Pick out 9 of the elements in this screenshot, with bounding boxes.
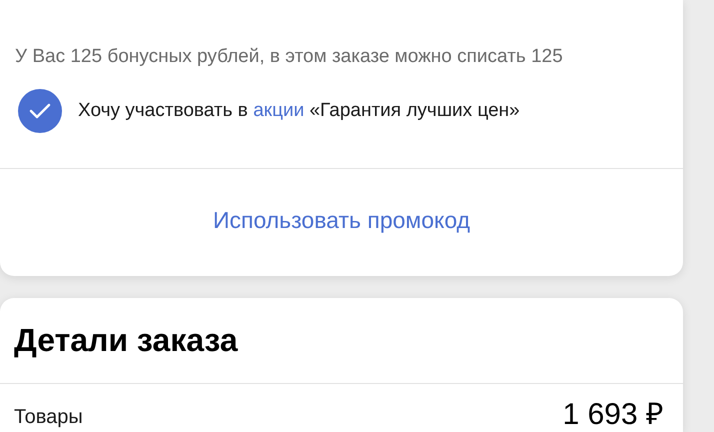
check-icon xyxy=(29,103,51,119)
section-title: Детали заказа xyxy=(14,321,239,360)
promo-code-link[interactable]: Использовать промокод xyxy=(212,203,470,238)
bonus-note: У Вас 125 бонусных рублей, в этом заказе можно списать 125 xyxy=(15,45,564,69)
row-label: Товары xyxy=(14,405,83,430)
row-value: 1 693 ₽ xyxy=(562,398,663,432)
checkbox[interactable] xyxy=(18,89,62,133)
promo-link[interactable]: акции xyxy=(253,100,304,121)
checkbox-label: Хочу участвовать в акции «Гарантия лучших цен» xyxy=(78,98,520,123)
